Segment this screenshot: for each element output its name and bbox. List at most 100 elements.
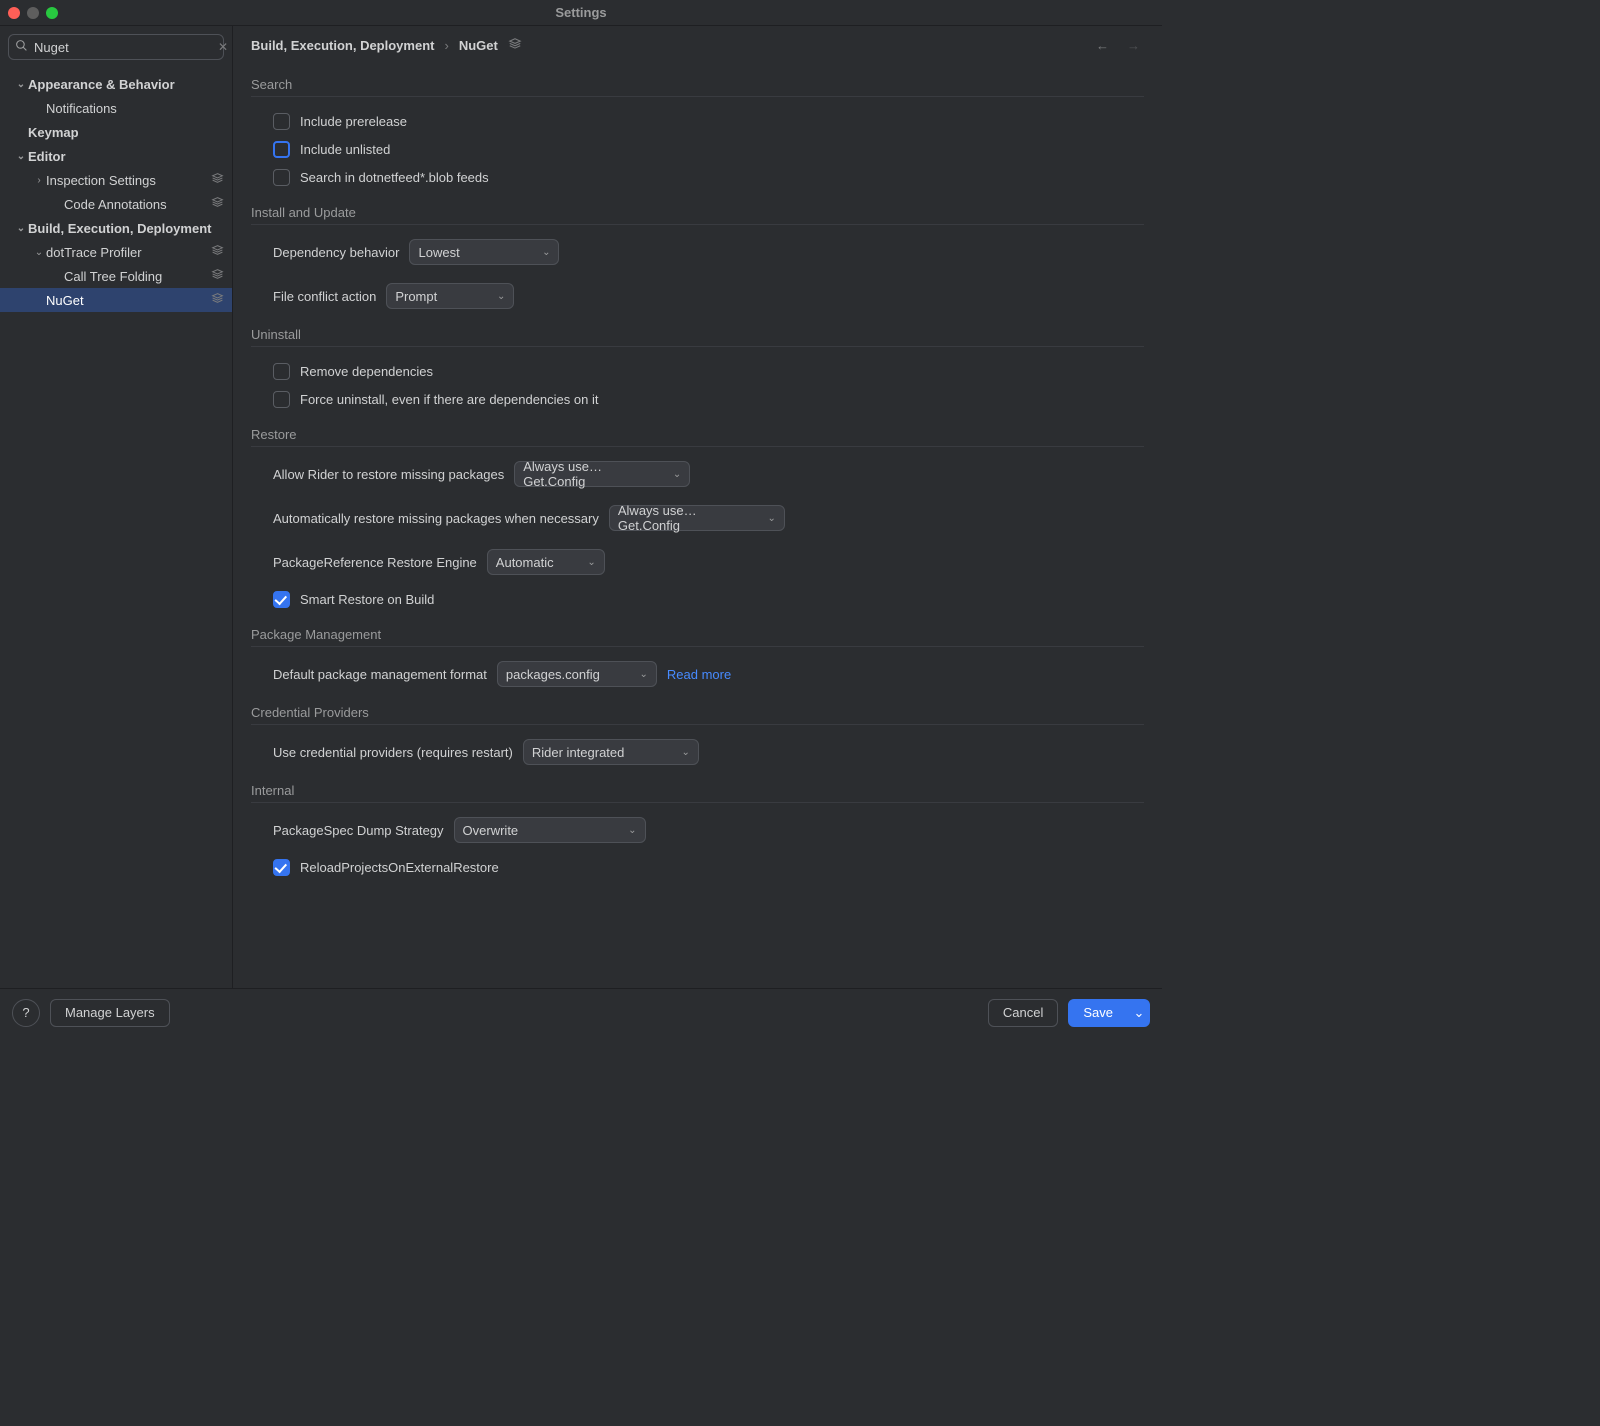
force-uninstall-checkbox[interactable] (273, 391, 290, 408)
dependency-behavior-select[interactable]: Lowest ⌄ (409, 239, 559, 265)
layer-scope-icon (508, 37, 522, 54)
chevron-down-icon: ⌄ (14, 223, 28, 234)
sidebar-item-notifications[interactable]: Notifications (0, 96, 232, 120)
section-heading-credential: Credential Providers (251, 705, 1144, 725)
allow-restore-select[interactable]: Always use…Get.Config ⌄ (514, 461, 690, 487)
select-value: Always use…Get.Config (618, 503, 750, 533)
section-heading-uninstall: Uninstall (251, 327, 1144, 347)
include-prerelease-label: Include prerelease (300, 114, 407, 129)
clear-search-icon[interactable]: ✕ (216, 40, 230, 54)
sidebar-item-label: Build, Execution, Deployment (28, 221, 224, 236)
search-dotnetfeed-checkbox[interactable] (273, 169, 290, 186)
nav-forward-button[interactable]: → (1123, 36, 1144, 55)
breadcrumb-item[interactable]: Build, Execution, Deployment (251, 38, 434, 53)
manage-layers-button[interactable]: Manage Layers (50, 999, 170, 1027)
reload-projects-checkbox[interactable] (273, 859, 290, 876)
chevron-down-icon: ⌄ (32, 247, 46, 258)
window-maximize-button[interactable] (46, 7, 58, 19)
sidebar-item-call-tree-folding[interactable]: Call Tree Folding (0, 264, 232, 288)
layer-scope-icon (211, 292, 224, 308)
settings-search[interactable]: ✕ (8, 34, 224, 60)
credential-providers-select[interactable]: Rider integrated ⌄ (523, 739, 699, 765)
select-value: Rider integrated (532, 745, 625, 760)
search-dotnetfeed-label: Search in dotnetfeed*.blob feeds (300, 170, 489, 185)
titlebar: Settings (0, 0, 1162, 26)
sidebar-item-label: NuGet (46, 293, 211, 308)
credential-providers-label: Use credential providers (requires resta… (273, 745, 513, 760)
window-close-button[interactable] (8, 7, 20, 19)
select-value: Overwrite (463, 823, 519, 838)
restore-engine-select[interactable]: Automatic ⌄ (487, 549, 605, 575)
remove-dependencies-checkbox[interactable] (273, 363, 290, 380)
cancel-button[interactable]: Cancel (988, 999, 1058, 1027)
select-value: Prompt (395, 289, 437, 304)
chevron-right-icon: › (444, 38, 448, 53)
sidebar-item-editor[interactable]: ⌄Editor (0, 144, 232, 168)
sidebar-item-code-annotations[interactable]: Code Annotations (0, 192, 232, 216)
section-heading-pkgmgmt: Package Management (251, 627, 1144, 647)
smart-restore-checkbox[interactable] (273, 591, 290, 608)
file-conflict-label: File conflict action (273, 289, 376, 304)
save-dropdown-button[interactable]: ⌄ (1128, 999, 1150, 1027)
sidebar-item-label: Call Tree Folding (64, 269, 211, 284)
sidebar-item-label: Editor (28, 149, 224, 164)
select-value: Automatic (496, 555, 554, 570)
remove-dependencies-label: Remove dependencies (300, 364, 433, 379)
layer-scope-icon (211, 244, 224, 260)
sidebar-item-inspection-settings[interactable]: ›Inspection Settings (0, 168, 232, 192)
force-uninstall-label: Force uninstall, even if there are depen… (300, 392, 598, 407)
sidebar-item-nuget[interactable]: NuGet (0, 288, 232, 312)
pkg-format-select[interactable]: packages.config ⌄ (497, 661, 657, 687)
chevron-down-icon: ⌄ (640, 669, 648, 680)
settings-search-input[interactable] (28, 40, 216, 55)
dump-strategy-label: PackageSpec Dump Strategy (273, 823, 444, 838)
chevron-down-icon: ⌄ (14, 151, 28, 162)
chevron-down-icon: ⌄ (673, 469, 681, 480)
sidebar-item-label: Keymap (28, 125, 224, 140)
settings-tree[interactable]: ⌄Appearance & BehaviorNotificationsKeyma… (0, 68, 232, 988)
chevron-down-icon: ⌄ (14, 79, 28, 90)
smart-restore-label: Smart Restore on Build (300, 592, 434, 607)
include-prerelease-checkbox[interactable] (273, 113, 290, 130)
section-heading-install: Install and Update (251, 205, 1144, 225)
dump-strategy-select[interactable]: Overwrite ⌄ (454, 817, 646, 843)
sidebar-item-keymap[interactable]: Keymap (0, 120, 232, 144)
settings-content: Search Include prerelease Include unlist… (233, 61, 1162, 988)
breadcrumb-item[interactable]: NuGet (459, 38, 498, 53)
read-more-link[interactable]: Read more (667, 667, 731, 682)
window-minimize-button[interactable] (27, 7, 39, 19)
section-heading-restore: Restore (251, 427, 1144, 447)
window-title: Settings (0, 5, 1162, 20)
sidebar-item-build-execution-deployment[interactable]: ⌄Build, Execution, Deployment (0, 216, 232, 240)
layer-scope-icon (211, 268, 224, 284)
auto-restore-label: Automatically restore missing packages w… (273, 511, 599, 526)
allow-restore-label: Allow Rider to restore missing packages (273, 467, 504, 482)
select-value: Lowest (418, 245, 459, 260)
reload-projects-label: ReloadProjectsOnExternalRestore (300, 860, 499, 875)
chevron-down-icon: ⌄ (542, 247, 550, 258)
sidebar-item-appearance-behavior[interactable]: ⌄Appearance & Behavior (0, 72, 232, 96)
chevron-down-icon: ⌄ (497, 291, 505, 302)
pkg-format-label: Default package management format (273, 667, 487, 682)
help-button[interactable]: ? (12, 999, 40, 1027)
chevron-right-icon: › (32, 175, 46, 186)
include-unlisted-checkbox[interactable] (273, 141, 290, 158)
dependency-behavior-label: Dependency behavior (273, 245, 399, 260)
sidebar-item-label: dotTrace Profiler (46, 245, 211, 260)
chevron-down-icon: ⌄ (681, 747, 689, 758)
select-value: Always use…Get.Config (523, 459, 655, 489)
file-conflict-select[interactable]: Prompt ⌄ (386, 283, 514, 309)
layer-scope-icon (211, 172, 224, 188)
auto-restore-select[interactable]: Always use…Get.Config ⌄ (609, 505, 785, 531)
chevron-down-icon: ⌄ (628, 825, 636, 836)
settings-sidebar: ✕ ⌄Appearance & BehaviorNotificationsKey… (0, 26, 233, 988)
sidebar-item-label: Appearance & Behavior (28, 77, 224, 92)
nav-back-button[interactable]: ← (1092, 36, 1113, 55)
sidebar-item-dottrace-profiler[interactable]: ⌄dotTrace Profiler (0, 240, 232, 264)
search-icon (15, 39, 28, 55)
section-heading-internal: Internal (251, 783, 1144, 803)
save-button[interactable]: Save (1068, 999, 1128, 1027)
footer: ? Manage Layers Cancel Save ⌄ (0, 988, 1162, 1036)
sidebar-item-label: Code Annotations (64, 197, 211, 212)
sidebar-item-label: Notifications (46, 101, 224, 116)
